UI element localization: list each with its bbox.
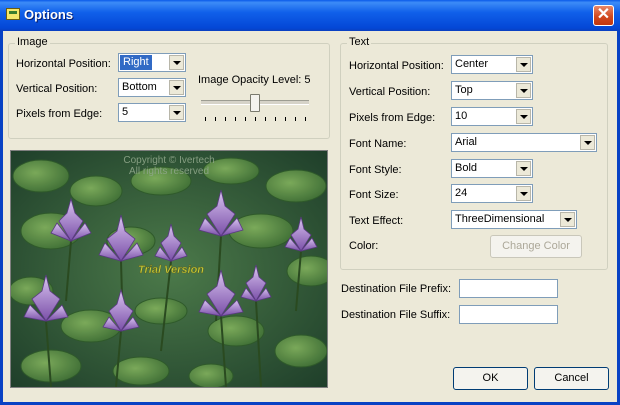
slider-tick [255, 117, 256, 121]
slider-tick [265, 117, 266, 121]
slider-tick [305, 117, 306, 121]
slider-tick [235, 117, 236, 121]
chevron-down-icon[interactable] [516, 161, 531, 176]
chevron-down-icon[interactable] [169, 105, 184, 120]
preview-image: Copyright © Ivertech All rights reserved… [10, 150, 328, 388]
chevron-down-icon[interactable] [580, 135, 595, 150]
chevron-down-icon[interactable] [516, 83, 531, 98]
text-pixels-from-edge-select[interactable]: 10 [451, 107, 533, 126]
text-vertical-position-select[interactable]: Top [451, 81, 533, 100]
window-title: Options [24, 7, 74, 22]
chevron-down-icon[interactable] [516, 186, 531, 201]
font-style-label: Font Style: [349, 164, 402, 176]
opacity-value: 5 [304, 74, 311, 86]
font-name-value: Arial [455, 136, 478, 148]
text-vertical-position-value: Top [455, 84, 473, 96]
destination-prefix-label: Destination File Prefix: [341, 283, 452, 295]
chevron-down-icon[interactable] [169, 80, 184, 95]
destination-suffix-label: Destination File Suffix: [341, 309, 451, 321]
image-pixels-from-edge-label: Pixels from Edge: [16, 108, 103, 120]
slider-tick [205, 117, 206, 121]
text-group-title: Text [347, 36, 372, 48]
font-size-label: Font Size: [349, 189, 399, 201]
chevron-down-icon[interactable] [516, 109, 531, 124]
opacity-label-text: Image Opacity Level: [198, 74, 302, 86]
image-horizontal-position-select[interactable]: Right [118, 53, 186, 72]
text-effect-select[interactable]: ThreeDimensional [451, 210, 577, 229]
chevron-down-icon[interactable] [169, 55, 184, 70]
image-vertical-position-value: Bottom [122, 81, 157, 93]
app-icon [6, 8, 20, 20]
ok-button[interactable]: OK [453, 367, 528, 390]
text-pixels-from-edge-label: Pixels from Edge: [349, 112, 436, 124]
chevron-down-icon[interactable] [560, 212, 575, 227]
slider-tick [275, 117, 276, 121]
text-horizontal-position-label: Horizontal Position: [349, 60, 444, 72]
slider-tick [245, 117, 246, 121]
destination-prefix-input[interactable] [459, 279, 558, 298]
text-horizontal-position-select[interactable]: Center [451, 55, 533, 74]
image-pixels-from-edge-value: 5 [122, 106, 129, 118]
text-effect-value: ThreeDimensional [455, 213, 545, 225]
trial-version-overlay: Trial Version [138, 264, 204, 276]
destination-suffix-input[interactable] [459, 305, 558, 324]
image-horizontal-position-label: Horizontal Position: [16, 58, 111, 70]
chevron-down-icon[interactable] [516, 57, 531, 72]
text-effect-label: Text Effect: [349, 215, 404, 227]
watermark-line-2: All rights reserved [129, 166, 209, 177]
image-group-title: Image [15, 36, 50, 48]
image-vertical-position-label: Vertical Position: [16, 83, 98, 95]
slider-tick [285, 117, 286, 121]
font-style-value: Bold [455, 162, 478, 174]
image-vertical-position-select[interactable]: Bottom [118, 78, 186, 97]
opacity-label: Image Opacity Level: 5 [198, 74, 311, 86]
watermark-line-1: Copyright © Ivertech [123, 155, 214, 166]
font-style-select[interactable]: Bold [451, 159, 533, 178]
slider-tick [295, 117, 296, 121]
water-lily-picture: Copyright © Ivertech All rights reserved… [11, 151, 327, 387]
text-horizontal-position-value: Center [455, 58, 489, 70]
text-pixels-from-edge-value: 10 [455, 110, 468, 122]
cancel-button[interactable]: Cancel [534, 367, 609, 390]
font-name-label: Font Name: [349, 138, 407, 150]
image-pixels-from-edge-select[interactable]: 5 [118, 103, 186, 122]
font-name-select[interactable]: Arial [451, 133, 597, 152]
slider-tick [225, 117, 226, 121]
title-bar[interactable]: Options ✕ [0, 0, 620, 31]
font-size-select[interactable]: 24 [451, 184, 533, 203]
font-size-value: 24 [455, 187, 468, 199]
opacity-slider-thumb[interactable] [250, 94, 260, 112]
change-color-button[interactable]: Change Color [490, 235, 582, 258]
text-vertical-position-label: Vertical Position: [349, 86, 431, 98]
close-button[interactable]: ✕ [593, 5, 614, 26]
image-horizontal-position-value: Right [120, 55, 152, 70]
close-icon: ✕ [596, 6, 611, 23]
color-label: Color: [349, 240, 379, 252]
slider-tick [215, 117, 216, 121]
